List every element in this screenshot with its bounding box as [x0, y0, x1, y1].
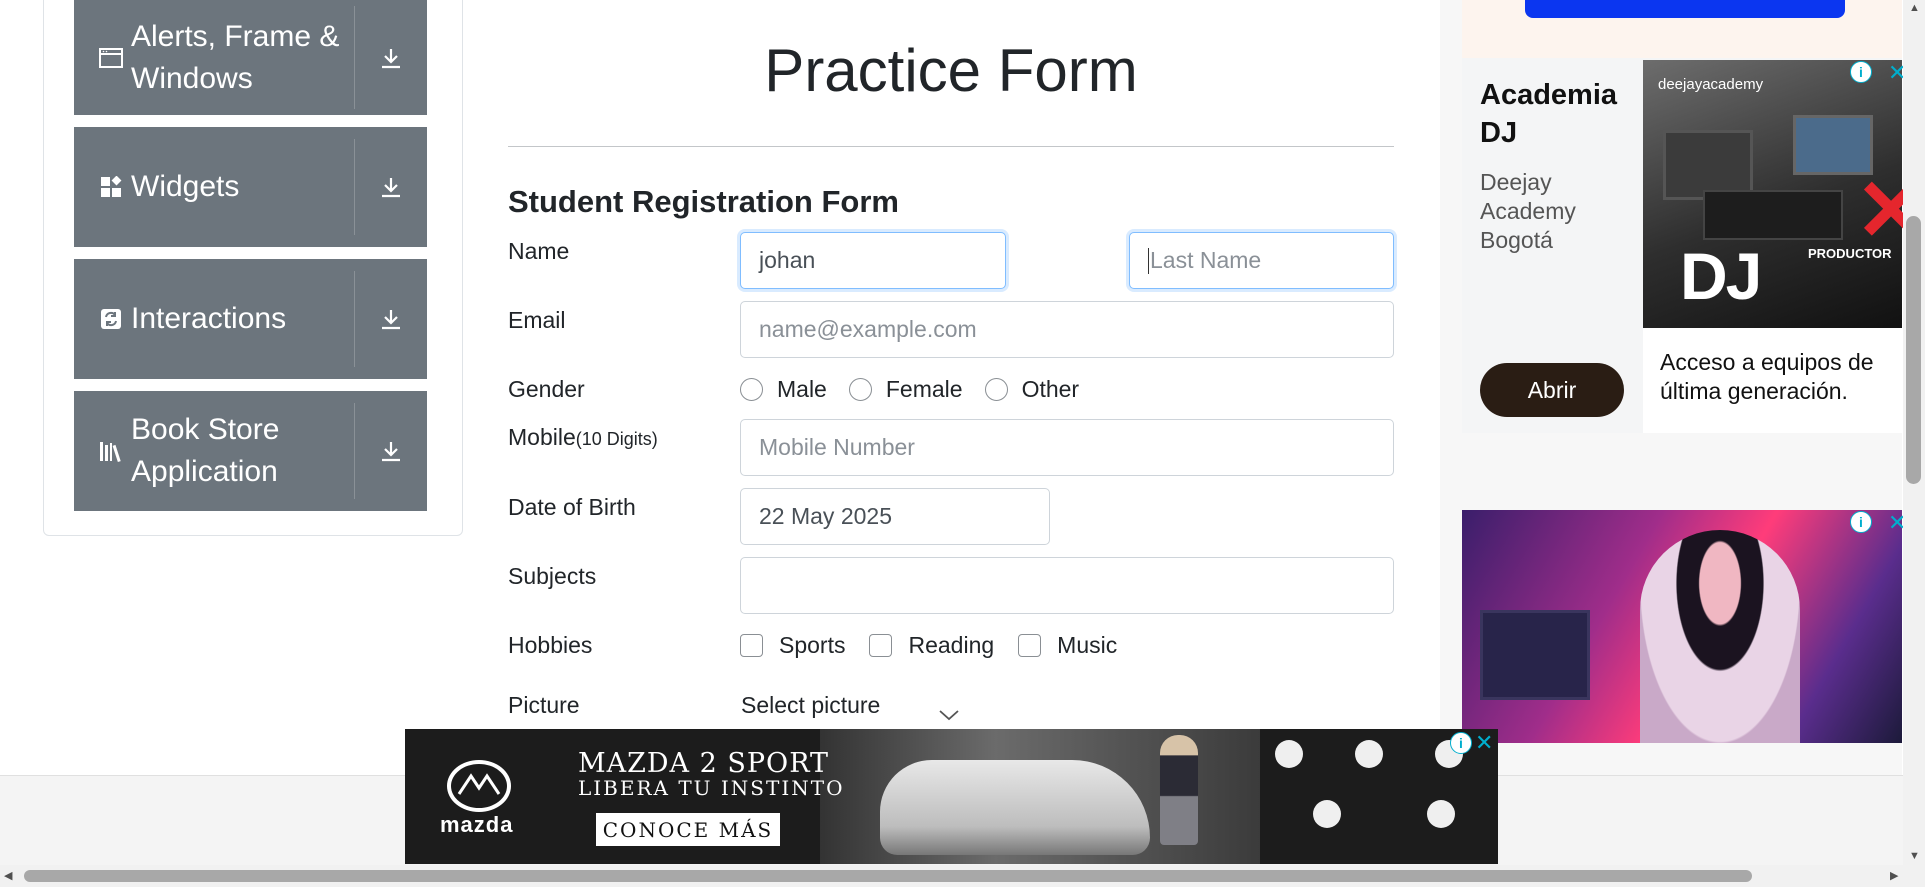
feature-badge	[1252, 740, 1326, 772]
dj-person-image	[1640, 530, 1800, 743]
last-name-input[interactable]: Last Name	[1129, 232, 1394, 289]
sidebar-group-interactions[interactable]: Interactions	[74, 259, 427, 379]
hobby-sports-checkbox[interactable]	[740, 634, 763, 657]
mobile-placeholder: Mobile Number	[759, 434, 915, 460]
horizontal-scroll-thumb[interactable]	[24, 870, 1752, 882]
feature-badge	[1290, 800, 1364, 832]
banner-headline: MAZDA 2 SPORT	[578, 748, 830, 779]
hobby-option-label: Sports	[779, 632, 846, 658]
mobile-label: Mobile(10 Digits)	[508, 424, 658, 451]
download-icon[interactable]	[355, 0, 427, 115]
gender-label: Gender	[508, 376, 585, 402]
vertical-scroll-thumb[interactable]	[1906, 216, 1921, 484]
ad-info-icon[interactable]: i	[1850, 61, 1872, 83]
feature-icon	[1355, 740, 1383, 768]
ad-info-icon[interactable]: i	[1850, 511, 1872, 533]
scroll-down-arrow-icon[interactable]: ▼	[1909, 850, 1920, 862]
feature-icon	[1427, 800, 1455, 828]
subjects-label: Subjects	[508, 563, 597, 589]
email-placeholder: name@example.com	[759, 316, 977, 342]
first-name-input[interactable]: johan	[740, 232, 1006, 289]
scroll-up-arrow-icon[interactable]: ▲	[1909, 2, 1920, 14]
dj-ad-title: Academia DJ	[1480, 79, 1618, 149]
ad-close-icon[interactable]: ✕	[1475, 730, 1493, 756]
hobbies-label: Hobbies	[508, 632, 593, 658]
sidebar-group-label: Interactions	[131, 302, 287, 335]
gender-option-label: Male	[777, 376, 827, 402]
banner-subheadline: LIBERA TU INSTINTO	[578, 776, 845, 800]
email-label: Email	[508, 307, 566, 333]
dj-ad-logo-text: deejayacademy	[1658, 76, 1764, 93]
gender-option-label: Other	[1021, 376, 1080, 402]
feature-icon	[1313, 800, 1341, 828]
dj-ad-big-text: DJ	[1680, 239, 1762, 313]
last-name-placeholder: Last Name	[1150, 247, 1262, 273]
hobbies-checkbox-group: Sports Reading Music	[740, 632, 1117, 659]
window-icon	[99, 46, 123, 70]
ad-info-icon[interactable]: i	[1450, 732, 1472, 754]
title-divider	[508, 146, 1394, 147]
dob-value: 22 May 2025	[759, 503, 892, 529]
interactions-icon	[99, 307, 123, 331]
sidebar-group-label: Book Store Application	[131, 413, 280, 488]
first-name-value: johan	[759, 247, 816, 273]
hobby-music-checkbox[interactable]	[1018, 634, 1042, 657]
mobile-hint: (10 Digits)	[575, 429, 658, 449]
sidebar-group-label: Widgets	[131, 170, 240, 203]
gender-female-radio[interactable]	[848, 378, 872, 401]
scroll-left-arrow-icon[interactable]: ◀	[4, 869, 12, 882]
mobile-label-text: Mobile	[508, 424, 576, 450]
mobile-input[interactable]: Mobile Number	[740, 419, 1394, 476]
text-cursor	[1148, 247, 1149, 274]
monitor-shape	[1480, 610, 1590, 700]
select-picture-button[interactable]: Select picture	[741, 692, 880, 719]
download-icon[interactable]	[355, 127, 427, 247]
banner-brand: mazda	[440, 812, 514, 837]
name-label: Name	[508, 238, 570, 264]
hobby-reading-checkbox[interactable]	[869, 634, 893, 657]
mazda-logo-icon	[447, 760, 511, 812]
ad-top-button[interactable]	[1525, 0, 1845, 18]
email-input[interactable]: name@example.com	[740, 301, 1394, 358]
person-image	[1160, 735, 1198, 845]
subjects-input[interactable]	[740, 557, 1394, 614]
dob-label: Date of Birth	[508, 494, 636, 520]
download-icon[interactable]	[355, 391, 427, 511]
picture-label: Picture	[508, 692, 580, 718]
form-subtitle: Student Registration Form	[508, 184, 899, 219]
dob-input[interactable]: 22 May 2025	[740, 488, 1050, 545]
feature-badge	[1332, 740, 1406, 772]
banner-features-row2	[1290, 800, 1478, 832]
books-icon	[99, 439, 123, 463]
car-image	[880, 760, 1150, 855]
sidebar-group-label: Alerts, Frame & Windows	[131, 19, 340, 95]
chevron-down-icon	[938, 708, 960, 726]
dj-ad-description: Deejay Academy Bogotá	[1480, 169, 1576, 253]
dj-ad-blurb: Acceso a equipos de última generación.	[1660, 349, 1874, 404]
gender-radio-group: Male Female Other	[740, 376, 1079, 403]
gender-option-label: Female	[885, 376, 963, 402]
hobby-option-label: Music	[1057, 632, 1118, 658]
gender-other-radio[interactable]	[984, 378, 1008, 401]
hobby-option-label: Reading	[908, 632, 995, 658]
scroll-right-arrow-icon[interactable]: ▶	[1890, 869, 1898, 882]
sidebar-group-alerts[interactable]: Alerts, Frame & Windows	[74, 0, 427, 115]
widgets-icon	[99, 175, 123, 199]
banner-cta-button[interactable]: CONOCE MÁS	[596, 813, 780, 846]
dj-ad-open-button[interactable]: Abrir	[1480, 363, 1624, 417]
sidebar-group-widgets[interactable]: Widgets	[74, 127, 427, 247]
sidebar-group-bookstore[interactable]: Book Store Application	[74, 391, 427, 511]
feature-badge	[1404, 800, 1478, 832]
download-icon[interactable]	[355, 259, 427, 379]
gender-male-radio[interactable]	[740, 378, 763, 401]
page-title: Practice Form	[764, 37, 1138, 104]
feature-icon	[1275, 740, 1303, 768]
